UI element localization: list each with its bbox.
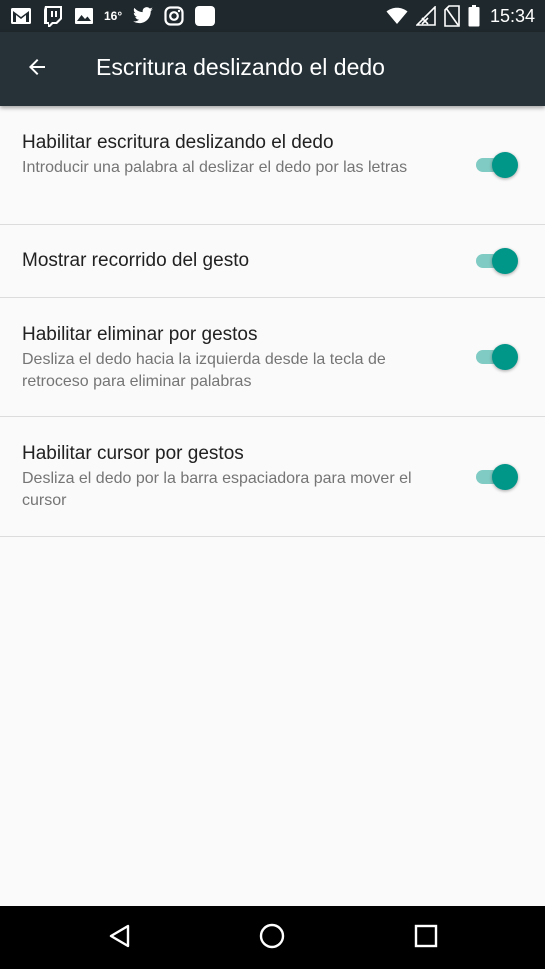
gmail-icon [10, 7, 32, 25]
navigation-bar [0, 906, 545, 969]
cellular-no-signal-icon [415, 6, 436, 26]
screen: 16° 15:34 Escritura deslizando el dedo H… [0, 0, 545, 969]
setting-text: Mostrar recorrido del gesto [22, 249, 442, 273]
setting-text: Habilitar cursor por gestos Desliza el d… [22, 442, 442, 512]
setting-title: Habilitar eliminar por gestos [22, 324, 258, 345]
status-bar: 16° 15:34 [0, 0, 545, 32]
setting-title: Habilitar escritura deslizando el dedo [22, 132, 334, 153]
setting-summary: Desliza el dedo por la barra espaciadora… [22, 470, 412, 509]
setting-title: Mostrar recorrido del gesto [22, 250, 250, 271]
gesture-typing-toggle[interactable] [474, 151, 520, 179]
gesture-cursor-toggle[interactable] [474, 463, 520, 491]
back-triangle-icon [107, 923, 133, 954]
nav-recents-button[interactable] [410, 922, 442, 954]
setting-summary: Desliza el dedo hacia la izquierda desde… [22, 351, 386, 390]
back-button[interactable] [22, 54, 52, 84]
gesture-delete-toggle[interactable] [474, 343, 520, 371]
nav-back-button[interactable] [104, 922, 136, 954]
recents-square-icon [413, 923, 439, 954]
instagram-icon [164, 6, 184, 26]
arrow-back-icon [25, 55, 49, 84]
home-circle-icon [258, 922, 286, 955]
setting-enable-gesture-cursor[interactable]: Habilitar cursor por gestos Desliza el d… [0, 417, 545, 537]
clock-time: 15:34 [489, 5, 535, 26]
setting-enable-gesture-typing[interactable]: Habilitar escritura deslizando el dedo I… [0, 106, 545, 225]
setting-text: Habilitar escritura deslizando el dedo I… [22, 131, 442, 179]
battery-icon [468, 5, 480, 27]
toggle-thumb [492, 248, 518, 274]
setting-summary: Introducir una palabra al deslizar el de… [22, 159, 408, 176]
image-icon [74, 7, 94, 25]
app-bar: Escritura deslizando el dedo [0, 32, 545, 106]
system-status-icons: 15:34 [386, 4, 535, 28]
gesture-trail-toggle[interactable] [474, 247, 520, 275]
notification-icons: 16° [10, 4, 216, 28]
toggle-thumb [492, 152, 518, 178]
sim-missing-icon [444, 5, 460, 27]
twitch-icon [42, 5, 64, 27]
setting-text: Habilitar eliminar por gestos Desliza el… [22, 323, 442, 393]
page-title: Escritura deslizando el dedo [96, 54, 385, 80]
setting-title: Habilitar cursor por gestos [22, 443, 244, 464]
toggle-thumb [492, 344, 518, 370]
setting-show-gesture-trail[interactable]: Mostrar recorrido del gesto [0, 225, 545, 298]
temperature-text: 16° [104, 9, 123, 23]
toggle-thumb [492, 464, 518, 490]
wifi-icon [386, 7, 408, 25]
setting-enable-gesture-delete[interactable]: Habilitar eliminar por gestos Desliza el… [0, 298, 545, 417]
twitter-icon [132, 7, 154, 25]
nav-home-button[interactable] [256, 922, 288, 954]
app-square-icon [194, 5, 216, 27]
settings-list: Habilitar escritura deslizando el dedo I… [0, 106, 545, 537]
